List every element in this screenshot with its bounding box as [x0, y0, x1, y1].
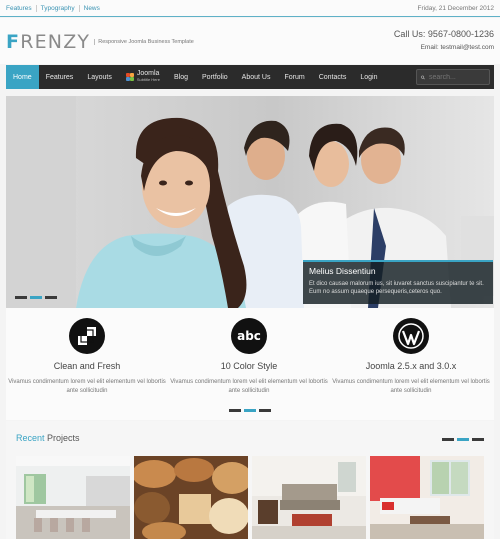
nav-item-joomla-subtitle: Subtitle Here: [136, 77, 160, 82]
site-logo[interactable]: FRENZY Responsive Joomla Business Templa…: [6, 31, 194, 53]
project-thumbnail-red-room[interactable]: [370, 456, 484, 539]
nav-item-joomla[interactable]: Joomla Subtitle Here: [119, 65, 167, 89]
recent-dot[interactable]: [472, 438, 484, 441]
search-icon: [421, 75, 425, 79]
logo-text: FRENZY: [6, 31, 91, 53]
recent-dot[interactable]: [442, 438, 454, 441]
feature-card: abc 10 Color Style Vivamus condimentum l…: [168, 318, 330, 396]
feature-text: Vivamus condimentum lorem vel elit eleme…: [332, 379, 490, 394]
slider-dot[interactable]: [45, 296, 57, 299]
features-dot[interactable]: [229, 409, 241, 412]
email-address: Email: testmail@test.com: [420, 44, 494, 51]
search-input[interactable]: [429, 73, 489, 81]
nav-item-about-us[interactable]: About Us: [235, 65, 278, 89]
nav-item-layouts[interactable]: Layouts: [80, 65, 119, 89]
page: Features Typography News Friday, 21 Dece…: [0, 0, 500, 539]
wordpress-icon: [393, 318, 429, 354]
top-link-typography[interactable]: Typography: [35, 5, 79, 12]
feature-title: Joomla 2.5.x and 3.0.x: [365, 361, 457, 371]
site-header: FRENZY Responsive Joomla Business Templa…: [0, 18, 500, 64]
search-box[interactable]: [416, 69, 490, 85]
slide-caption: Melius Dissentiun Et dico causae malorum…: [303, 260, 493, 304]
features-section: Clean and Fresh Vivamus condimentum lore…: [6, 308, 494, 420]
nav-item-features[interactable]: Features: [39, 65, 81, 89]
feature-card: Joomla 2.5.x and 3.0.x Vivamus condiment…: [330, 318, 492, 396]
current-date: Friday, 21 December 2012: [417, 5, 494, 12]
recent-projects-pagination: [442, 438, 484, 441]
feature-text: Vivamus condimentum lorem vel elit eleme…: [8, 379, 166, 394]
recent-projects-title: Recent Projects: [16, 433, 80, 443]
top-bar: Features Typography News Friday, 21 Dece…: [0, 0, 500, 17]
features-dot[interactable]: [259, 409, 271, 412]
nav-item-login[interactable]: Login: [353, 65, 384, 89]
main-nav: Home Features Layouts Joomla Subtitle He…: [6, 65, 494, 89]
checkerboard-icon: [69, 318, 105, 354]
project-thumbnail-living-room[interactable]: [252, 456, 366, 539]
nav-item-forum[interactable]: Forum: [277, 65, 311, 89]
logo-tagline: Responsive Joomla Business Template: [94, 39, 194, 45]
nav-item-home[interactable]: Home: [6, 65, 39, 89]
nav-item-portfolio[interactable]: Portfolio: [195, 65, 235, 89]
top-link-news[interactable]: News: [78, 5, 104, 12]
nav-item-contacts[interactable]: Contacts: [312, 65, 354, 89]
slide-caption-text: Et dico causae malorum ius, sit iuvaret …: [309, 281, 484, 295]
joomla-logo-icon: [125, 73, 134, 81]
slider-dot-active[interactable]: [30, 296, 42, 299]
top-links: Features Typography News: [6, 5, 104, 12]
slider-dot[interactable]: [15, 296, 27, 299]
features-pagination: [229, 409, 271, 412]
recent-projects-section: Recent Projects: [6, 421, 494, 539]
features-dot-active[interactable]: [244, 409, 256, 412]
abc-icon: abc: [231, 318, 267, 354]
slider-pagination: [15, 296, 57, 299]
project-thumbnail-bread[interactable]: [134, 456, 248, 539]
top-link-features[interactable]: Features: [6, 5, 36, 12]
hero-slider[interactable]: Melius Dissentiun Et dico causae malorum…: [6, 96, 494, 308]
phone-number: Call Us: 9567-0800-1236: [393, 29, 494, 39]
recent-dot-active[interactable]: [457, 438, 469, 441]
nav-item-blog[interactable]: Blog: [167, 65, 195, 89]
slide-caption-title: Melius Dissentiun: [309, 266, 376, 276]
feature-title: 10 Color Style: [220, 361, 278, 371]
project-thumbnail-kitchen[interactable]: [16, 456, 130, 539]
feature-card: Clean and Fresh Vivamus condimentum lore…: [6, 318, 168, 396]
feature-text: Vivamus condimentum lorem vel elit eleme…: [170, 379, 328, 394]
feature-title: Clean and Fresh: [53, 361, 121, 371]
